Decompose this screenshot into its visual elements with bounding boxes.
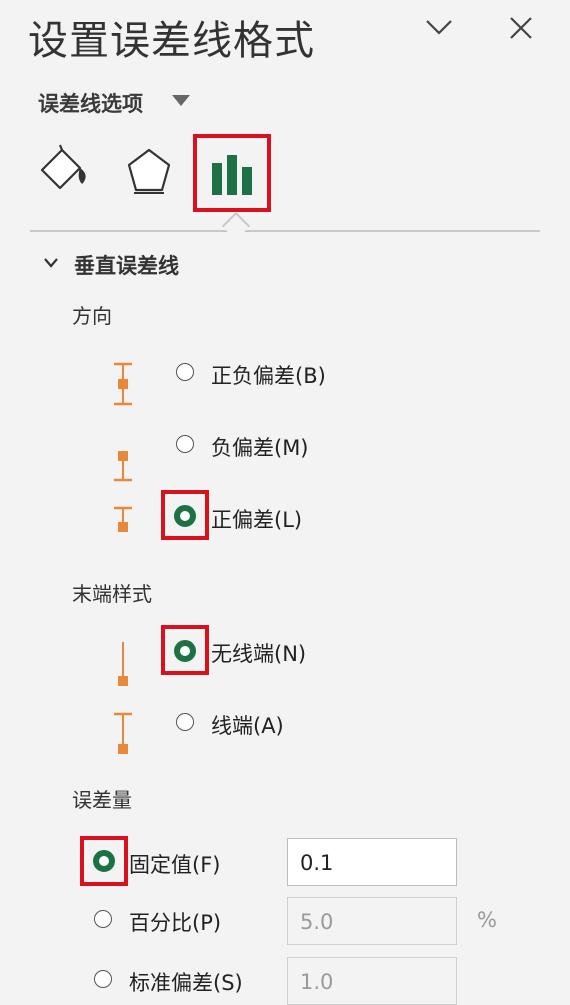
radio-plus-selected[interactable] xyxy=(174,505,196,527)
tab-fill-line[interactable] xyxy=(38,142,90,194)
section-toggle[interactable] xyxy=(42,256,60,270)
plus-errorbar-icon xyxy=(114,506,132,532)
dropdown-arrow-icon[interactable] xyxy=(172,95,190,106)
no-cap-icon xyxy=(118,642,128,686)
option-minus-label[interactable]: 负偏差(M) xyxy=(211,432,309,462)
bar-chart-icon xyxy=(212,155,252,195)
minus-errorbar-icon xyxy=(114,451,132,482)
pane-title: 设置误差线格式 xyxy=(28,18,315,64)
percentage-label[interactable]: 百分比(P) xyxy=(129,907,221,937)
end-style-label: 末端样式 xyxy=(72,582,152,606)
radio-minus[interactable] xyxy=(176,435,194,453)
close-pane-button[interactable] xyxy=(508,15,534,41)
radio-fixed-selected[interactable] xyxy=(93,850,115,872)
radio-std-dev[interactable] xyxy=(94,970,112,988)
radio-percentage[interactable] xyxy=(94,910,112,928)
fixed-value-label[interactable]: 固定值(F) xyxy=(129,849,220,879)
percentage-input[interactable]: 5.0 xyxy=(287,897,457,945)
collapse-pane-button[interactable] xyxy=(424,16,454,38)
radio-no-cap-selected[interactable] xyxy=(174,640,196,662)
tab-error-bar-options[interactable] xyxy=(193,134,271,212)
std-dev-input[interactable]: 1.0 xyxy=(287,957,457,1005)
option-both-label[interactable]: 正负偏差(B) xyxy=(211,360,326,390)
paint-bucket-icon xyxy=(40,144,86,190)
option-no-cap-label[interactable]: 无线端(N) xyxy=(211,638,306,668)
cap-icon xyxy=(114,712,132,754)
direction-label: 方向 xyxy=(72,304,112,328)
radio-both[interactable] xyxy=(176,363,194,381)
error-bar-options-menu[interactable]: 误差线选项 xyxy=(38,88,143,118)
option-plus-label[interactable]: 正偏差(L) xyxy=(211,504,302,534)
section-title: 垂直误差线 xyxy=(74,254,179,278)
percent-unit: % xyxy=(477,908,497,932)
selected-tab-pointer xyxy=(221,211,251,241)
both-errorbar-icon xyxy=(114,362,132,406)
error-amount-label: 误差量 xyxy=(72,788,132,812)
tab-effects[interactable] xyxy=(124,146,174,196)
close-icon xyxy=(510,17,532,39)
std-dev-label[interactable]: 标准偏差(S) xyxy=(129,967,243,997)
fixed-value-input[interactable]: 0.1 xyxy=(287,838,457,886)
pentagon-icon xyxy=(127,148,171,194)
option-cap-label[interactable]: 线端(A) xyxy=(211,710,284,740)
tab-divider xyxy=(30,230,540,232)
radio-cap[interactable] xyxy=(176,713,194,731)
chevron-down-icon xyxy=(44,258,58,268)
chevron-down-icon xyxy=(426,20,452,35)
